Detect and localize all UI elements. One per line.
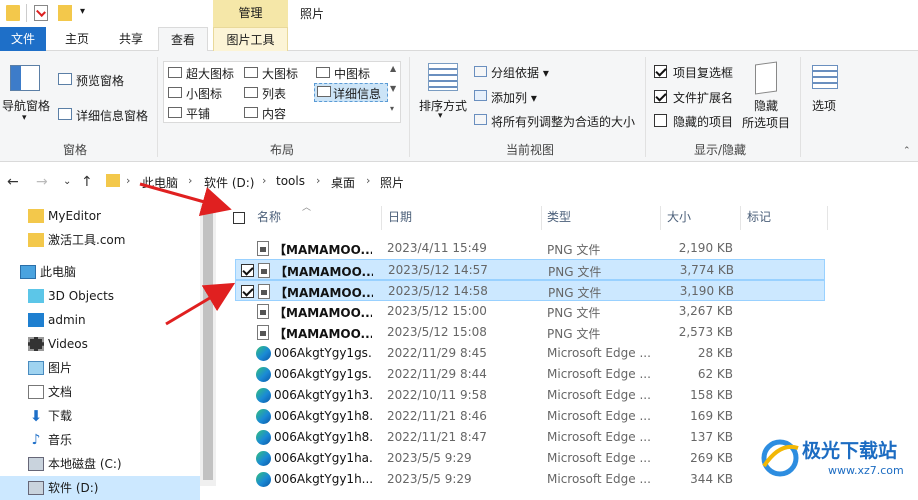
- watermark-brand: 极光下载站: [802, 440, 898, 462]
- watermark-url: www.xz7.com: [828, 464, 904, 477]
- red-arrow-to-select-all: [139, 182, 232, 216]
- watermark: 极光下载站 www.xz7.com: [758, 432, 918, 486]
- annotation-arrows: [139, 182, 236, 326]
- watermark-logo-icon: [761, 439, 799, 477]
- red-arrow-to-checked-rows: [165, 282, 236, 326]
